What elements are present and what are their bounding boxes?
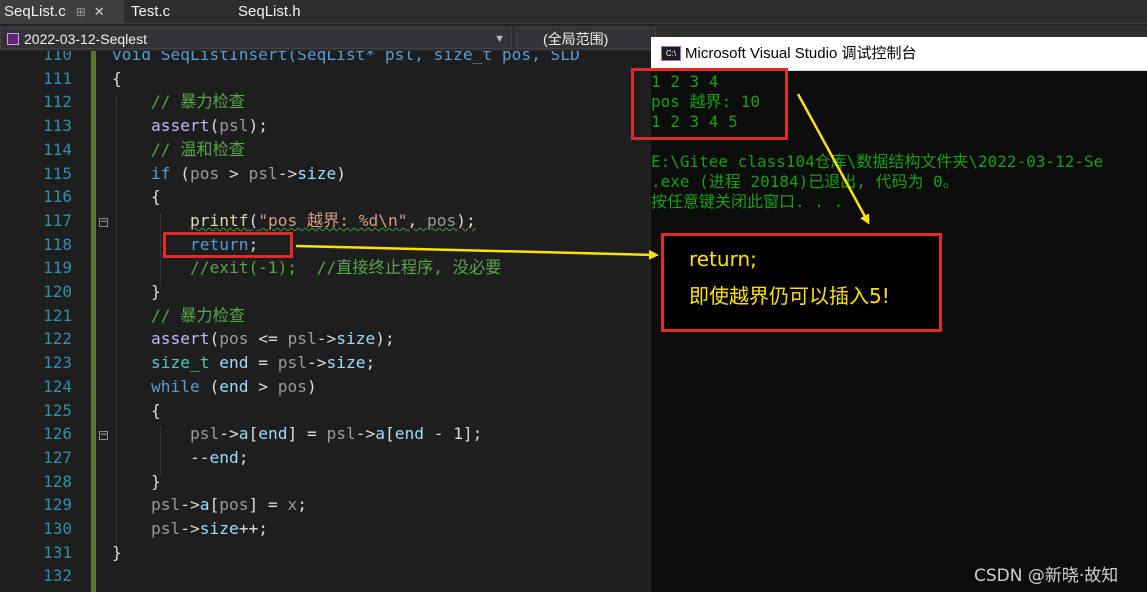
close-icon[interactable]: ✕	[94, 0, 105, 24]
line-number: 114	[43, 139, 72, 159]
tab-test-c[interactable]: Test.c	[127, 0, 227, 24]
line-number: 129	[43, 495, 72, 515]
tab-label: SeqList.h	[238, 3, 301, 20]
annotation-line-1: return;	[689, 247, 757, 271]
comment: // 温和检查	[150, 139, 245, 159]
watermark: CSDN @新晓·故知	[974, 566, 1119, 586]
code-line-125: {	[112, 400, 161, 420]
comment: //exit(-1); //直接终止程序, 没必要	[189, 258, 502, 278]
project-icon	[7, 33, 19, 45]
code-line-116: {	[112, 187, 161, 207]
line-number: 110	[43, 51, 72, 64]
line-number: 118	[43, 234, 72, 254]
console-app-icon: C:\	[661, 46, 681, 61]
code-line-117: printf("pos 越界: %d\n", pos);	[189, 210, 476, 230]
code-line-122: assert(pos <= psl->size);	[150, 329, 395, 349]
line-number: 111	[43, 68, 72, 88]
code-line-113: assert(psl);	[150, 116, 268, 136]
line-number: 122	[43, 329, 72, 349]
line-number: 123	[43, 353, 72, 373]
console-output: 1 2 3 4 pos 越界: 10 1 2 3 4 5 E:\Gitee cl…	[651, 72, 1147, 592]
console-line: 按任意键关闭此窗口. . .	[651, 192, 844, 211]
comment: // 暴力检查	[150, 305, 245, 325]
change-tracking-bar	[91, 51, 96, 592]
code-line-129: psl->a[pos] = x;	[150, 495, 307, 515]
code-line-123: size_t end = psl->size;	[150, 353, 376, 373]
code-editor[interactable]: 110 111 112 113 114 115 116 117 118 119 120 121 122 1…	[0, 51, 650, 592]
line-number: 112	[43, 92, 72, 112]
comment: // 暴力检查	[150, 92, 245, 112]
line-number: 131	[43, 542, 72, 562]
code-line-120: }	[112, 282, 161, 301]
tab-label: Test.c	[131, 3, 171, 20]
output-highlight-box	[631, 68, 788, 140]
line-number: 132	[43, 566, 72, 586]
tab-label: SeqList.c	[4, 3, 66, 20]
document-tab-strip: SeqList.c ⊞ ✕ Test.c SeqList.h	[0, 0, 1147, 24]
tab-seqlist-h[interactable]: SeqList.h	[234, 0, 344, 24]
scope-dropdown[interactable]: (全局范围)	[516, 27, 656, 49]
code-line-121: // 暴力检查	[112, 304, 245, 328]
line-number: 120	[43, 282, 72, 301]
line-number: 126	[43, 424, 72, 444]
line-number: 125	[43, 400, 72, 420]
chevron-down-icon: ▼	[494, 33, 505, 45]
line-number: 116	[43, 187, 72, 207]
line-number: 130	[43, 519, 72, 538]
code-line-130: psl->size++;	[150, 519, 268, 538]
line-number: 124	[43, 376, 72, 396]
code-line-119: //exit(-1); //直接终止程序, 没必要	[112, 256, 501, 280]
signature-text: void SeqListInsert(SeqList* psl, size_t …	[112, 51, 580, 64]
project-name: 2022-03-12-Seqlest	[24, 31, 147, 47]
console-line: E:\Gitee class104仓库\数据结构文件夹\2022-03-12-S…	[651, 152, 1104, 171]
fold-toggle-icon[interactable]: −	[99, 218, 108, 227]
line-number: 128	[43, 471, 72, 491]
line-number: 115	[43, 163, 72, 183]
return-highlight-box	[163, 232, 293, 258]
project-dropdown[interactable]: 2022-03-12-Seqlest ▼	[0, 27, 512, 49]
code-line-127: --end;	[112, 447, 249, 467]
fold-toggle-icon[interactable]: −	[99, 431, 108, 440]
line-number: 113	[43, 116, 72, 136]
annotation-line-2: 即使越界仍可以插入5!	[689, 284, 890, 308]
code-line-124: while (end > pos)	[150, 376, 317, 396]
code-line-115: if (pos > psl->size)	[150, 163, 346, 183]
code-line-110: void SeqListInsert(SeqList* psl, size_t …	[112, 51, 580, 67]
console-line: .exe (进程 20184)已退出, 代码为 0。	[651, 172, 959, 191]
code-line-111: {	[112, 68, 122, 88]
pin-icon[interactable]: ⊞	[76, 0, 86, 24]
console-title-bar[interactable]: C:\ Microsoft Visual Studio 调试控制台	[651, 37, 1147, 71]
line-number: 117	[43, 210, 72, 230]
code-line-126: psl->a[end] = psl->a[end - 1];	[189, 424, 483, 444]
line-number-gutter: 110 111 112 113 114 115 116 117 118 119 120 121 122 1…	[0, 51, 80, 592]
code-line-114: // 温和检查	[112, 138, 245, 162]
line-number: 121	[43, 305, 72, 325]
scope-label: (全局范围)	[543, 31, 609, 47]
code-line-131: }	[112, 542, 122, 562]
annotation-callout: return; 即使越界仍可以插入5!	[661, 233, 942, 332]
code-line-128: }	[112, 471, 161, 491]
line-number: 119	[43, 258, 72, 278]
format-string: "pos 越界: %d\n"	[258, 210, 408, 230]
tab-seqlist-c[interactable]: SeqList.c ⊞ ✕	[0, 0, 124, 24]
line-number: 127	[43, 447, 72, 467]
console-title: Microsoft Visual Studio 调试控制台	[685, 45, 917, 62]
code-line-112: // 暴力检查	[112, 90, 245, 114]
